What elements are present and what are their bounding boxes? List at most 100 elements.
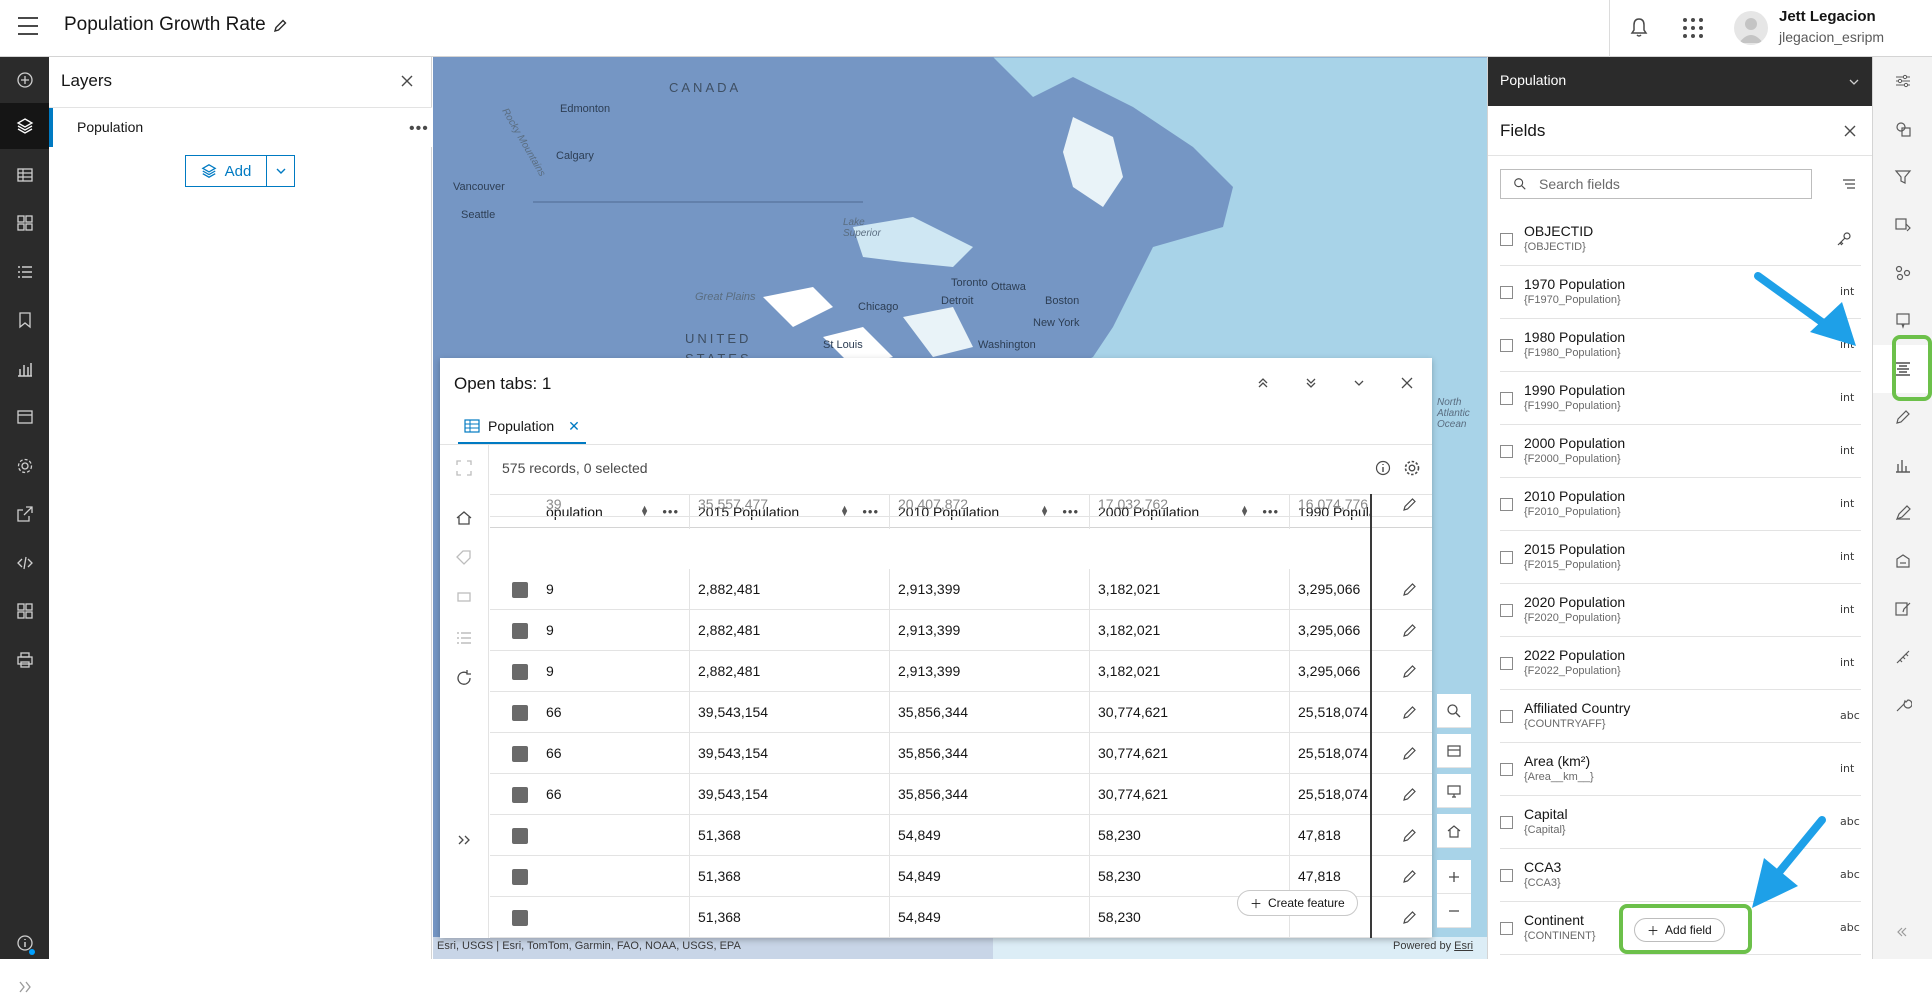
sort-filter-icon[interactable] — [1841, 176, 1857, 192]
home-button[interactable] — [1437, 814, 1471, 848]
field-checkbox[interactable] — [1500, 233, 1513, 246]
charts-config-button[interactable] — [1873, 441, 1932, 489]
show-selected-icon[interactable] — [455, 629, 473, 647]
field-checkbox[interactable] — [1500, 392, 1513, 405]
field-checkbox[interactable] — [1500, 604, 1513, 617]
row-select-checkbox[interactable] — [512, 664, 528, 680]
field-item[interactable]: OBJECTID {OBJECTID} — [1500, 213, 1861, 266]
print-rail-button[interactable] — [0, 637, 49, 683]
field-checkbox[interactable] — [1500, 710, 1513, 723]
refresh-icon[interactable] — [455, 669, 473, 687]
info-icon[interactable] — [1375, 460, 1391, 476]
close-table-icon[interactable] — [1400, 376, 1414, 390]
field-checkbox[interactable] — [1500, 869, 1513, 882]
chevron-double-down-icon[interactable] — [1304, 376, 1318, 390]
edit-row-pencil-icon[interactable] — [1402, 786, 1418, 802]
table-row[interactable]: 9 2,882,481 2,913,399 3,182,021 3,295,066 — [490, 651, 1432, 692]
filter-button[interactable] — [1873, 153, 1932, 201]
chevron-down-icon[interactable] — [1352, 376, 1366, 390]
table-row[interactable]: 66 39,543,154 35,856,344 30,774,621 25,518,0… — [490, 692, 1432, 733]
table-row[interactable]: 51,368 54,849 58,230 47,818 — [490, 815, 1432, 856]
field-item[interactable]: 2010 Population {F2010_Population} int — [1500, 478, 1861, 531]
edit-row-pencil-icon[interactable] — [1402, 827, 1418, 843]
table-row[interactable]: 66 39,543,154 35,856,344 30,774,621 25,518,0… — [490, 733, 1432, 774]
field-item[interactable]: 2022 Population {F2022_Population} int — [1500, 637, 1861, 690]
legend-rail-button[interactable] — [0, 249, 49, 295]
row-select-checkbox[interactable] — [512, 746, 528, 762]
field-checkbox[interactable] — [1500, 445, 1513, 458]
collapse-double-chevron-icon[interactable] — [1895, 925, 1909, 939]
sketch-button[interactable] — [1873, 489, 1932, 537]
styles-button[interactable] — [1873, 105, 1932, 153]
field-checkbox[interactable] — [1500, 816, 1513, 829]
row-select-checkbox[interactable] — [512, 910, 528, 926]
add-layer-button[interactable]: Add — [185, 155, 295, 187]
field-checkbox[interactable] — [1500, 657, 1513, 670]
row-select-checkbox[interactable] — [512, 828, 528, 844]
layer-selector[interactable]: Population — [1488, 57, 1873, 106]
field-item[interactable]: Area (km²) {Area__km__} int — [1500, 743, 1861, 796]
search-fields-box[interactable] — [1500, 169, 1812, 199]
share-rail-button[interactable] — [0, 491, 49, 537]
tools-button[interactable] — [1873, 681, 1932, 729]
forms-button[interactable] — [1873, 537, 1932, 585]
edit-button[interactable] — [1873, 585, 1932, 633]
edit-row-pencil-icon[interactable] — [1402, 622, 1418, 638]
field-checkbox[interactable] — [1500, 339, 1513, 352]
apps-rail-button[interactable] — [0, 588, 49, 634]
field-item[interactable]: 2000 Population {F2000_Population} int — [1500, 425, 1861, 478]
field-item[interactable]: Affiliated Country {COUNTRYAFF} abc — [1500, 690, 1861, 743]
edit-title-pencil-icon[interactable] — [272, 18, 288, 34]
measure-button[interactable] — [1873, 633, 1932, 681]
aggregation-button[interactable] — [1873, 249, 1932, 297]
charts-rail-button[interactable] — [0, 346, 49, 392]
layers-rail-button[interactable] — [0, 103, 49, 149]
tag-icon[interactable] — [455, 549, 473, 567]
field-item[interactable]: 1990 Population {F1990_Population} int — [1500, 372, 1861, 425]
bookmarks-rail-button[interactable] — [0, 297, 49, 343]
row-select-checkbox[interactable] — [512, 623, 528, 639]
create-feature-button[interactable]: ＋ Create feature — [1237, 890, 1358, 916]
properties-rail-button[interactable] — [0, 394, 49, 440]
search-fields-input[interactable] — [1537, 175, 1797, 193]
esri-link[interactable]: Esri — [1454, 940, 1473, 952]
field-checkbox[interactable] — [1500, 922, 1513, 935]
add-layer-dropdown[interactable] — [266, 156, 294, 186]
row-select-checkbox[interactable] — [512, 705, 528, 721]
basemap-gallery-button[interactable] — [1437, 734, 1471, 768]
user-avatar[interactable] — [1734, 11, 1768, 45]
edit-row-pencil-icon[interactable] — [1402, 745, 1418, 761]
table-row[interactable]: 9 2,882,481 2,913,399 3,182,021 3,295,066 — [490, 569, 1432, 610]
field-item[interactable]: 2015 Population {F2015_Population} int — [1500, 531, 1861, 584]
add-rail-button[interactable] — [0, 57, 49, 103]
table-row[interactable]: 39 35,557,477 20,407,872 17,032,762 16,074,7… — [490, 496, 1432, 517]
gear-icon[interactable] — [1403, 459, 1421, 477]
app-launcher-grid-icon[interactable] — [1682, 17, 1704, 39]
row-select-checkbox[interactable] — [512, 582, 528, 598]
field-checkbox[interactable] — [1500, 763, 1513, 776]
field-item[interactable]: 2020 Population {F2020_Population} int — [1500, 584, 1861, 637]
row-select-checkbox[interactable] — [512, 869, 528, 885]
table-row[interactable]: 66 39,543,154 35,856,344 30,774,621 25,518,0… — [490, 774, 1432, 815]
field-checkbox[interactable] — [1500, 551, 1513, 564]
properties-button[interactable] — [1873, 57, 1932, 105]
effects-button[interactable] — [1873, 201, 1932, 249]
layer-item-population[interactable]: Population ••• — [49, 108, 432, 147]
tab-population[interactable]: Population ✕ — [458, 410, 586, 444]
row-select-checkbox[interactable] — [512, 787, 528, 803]
basemap-rail-button[interactable] — [0, 200, 49, 246]
edit-row-pencil-icon[interactable] — [1402, 496, 1418, 512]
zoom-out-button[interactable] — [1437, 894, 1471, 928]
edit-row-pencil-icon[interactable] — [1402, 868, 1418, 884]
home-table-icon[interactable] — [455, 509, 473, 527]
search-map-button[interactable] — [1437, 694, 1471, 728]
edit-row-pencil-icon[interactable] — [1402, 704, 1418, 720]
edit-row-pencil-icon[interactable] — [1402, 909, 1418, 925]
expand-rail-button[interactable] — [0, 967, 49, 1007]
zoom-to-icon[interactable] — [455, 459, 473, 477]
close-fields-icon[interactable] — [1844, 125, 1856, 137]
field-checkbox[interactable] — [1500, 286, 1513, 299]
field-checkbox[interactable] — [1500, 498, 1513, 511]
table-row[interactable]: 9 2,882,481 2,913,399 3,182,021 3,295,066 — [490, 610, 1432, 651]
edit-row-pencil-icon[interactable] — [1402, 663, 1418, 679]
